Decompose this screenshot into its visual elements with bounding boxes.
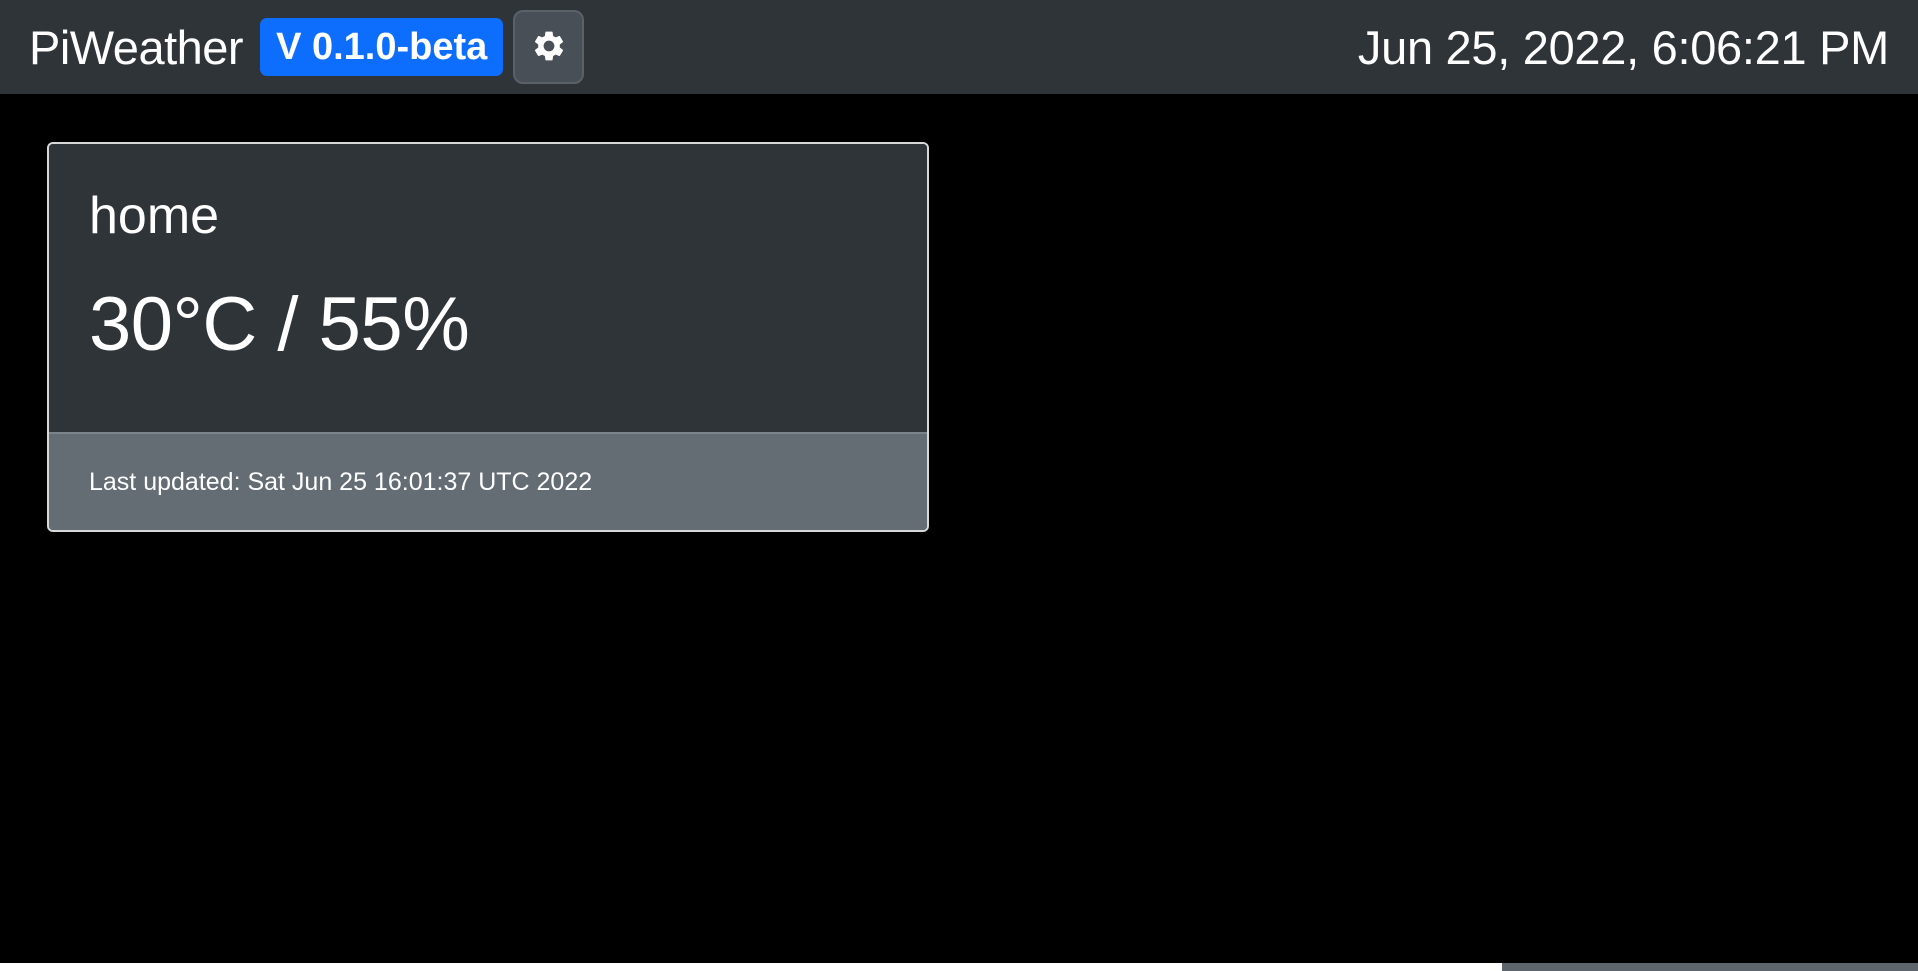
scrollbar-track[interactable]	[0, 963, 1502, 971]
app-brand[interactable]: PiWeather	[29, 24, 244, 71]
sensor-card-footer: Last updated: Sat Jun 25 16:01:37 UTC 20…	[49, 432, 927, 530]
sensor-card-body: home 30°C / 55%	[49, 144, 927, 432]
scrollbar-thumb[interactable]	[1502, 963, 1918, 971]
horizontal-scrollbar[interactable]	[0, 963, 1918, 971]
sensor-card: home 30°C / 55% Last updated: Sat Jun 25…	[47, 142, 929, 532]
top-navbar: PiWeather V 0.1.0-beta Jun 25, 2022, 6:0…	[0, 0, 1918, 94]
sensor-reading: 30°C / 55%	[89, 282, 470, 368]
version-badge: V 0.1.0-beta	[260, 18, 504, 76]
gear-icon	[531, 28, 567, 67]
current-datetime: Jun 25, 2022, 6:06:21 PM	[1357, 20, 1889, 74]
sensor-name: home	[89, 187, 220, 245]
settings-button[interactable]	[513, 10, 585, 84]
last-updated-text: Last updated: Sat Jun 25 16:01:37 UTC 20…	[89, 467, 593, 496]
